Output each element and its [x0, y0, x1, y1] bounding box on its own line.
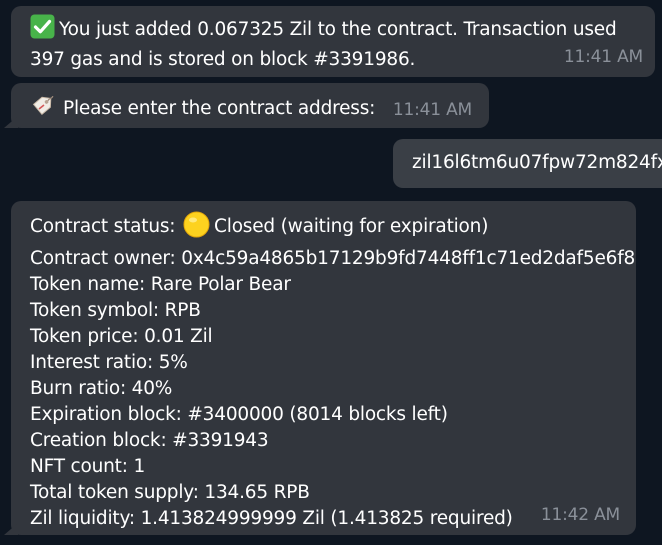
contract-status-label: Contract status:: [30, 216, 176, 237]
nft-count-line: NFT count: 1: [30, 456, 146, 477]
message-timestamp: 11:41 AM: [563, 47, 643, 67]
message-line: 397 gas and is stored on block #3391986.: [30, 49, 416, 70]
contract-status-line: Contract status: Closed (waiting for exp…: [30, 211, 636, 246]
user-message-contract-address: zil16l6tm6u07fpw72m824fx: [393, 139, 662, 188]
check-mark-button-icon: [30, 14, 55, 47]
burn-ratio-line: Burn ratio: 40%: [30, 378, 173, 399]
contract-owner-line: Contract owner: 0x4c59a4865b17129b9fd744…: [30, 248, 636, 269]
message-text: Please enter the contract address:: [63, 98, 376, 119]
yellow-circle-icon: [183, 211, 210, 246]
chat-area: You just added 0.067325 Zil to the contr…: [0, 0, 662, 545]
message-timestamp: 11:42 AM: [540, 505, 620, 525]
message-line: You just added 0.067325 Zil to the contr…: [30, 14, 655, 47]
token-name-line: Token name: Rare Polar Bear: [30, 274, 291, 295]
message-timestamp: 11:41 AM: [392, 100, 472, 120]
bot-message-contract-info: Contract status: Closed (waiting for exp…: [11, 201, 636, 535]
expiration-block-line: Expiration block: #3400000 (8014 blocks …: [30, 404, 448, 425]
bot-message-deposit-confirmation: You just added 0.067325 Zil to the contr…: [11, 6, 655, 77]
message-text: You just added 0.067325 Zil to the contr…: [59, 19, 617, 40]
creation-block-line: Creation block: #3391943: [30, 430, 269, 451]
interest-ratio-line: Interest ratio: 5%: [30, 352, 188, 373]
contract-status-value: Closed (waiting for expiration): [214, 216, 489, 237]
bot-message-enter-address: Please enter the contract address: 11:41…: [11, 83, 489, 128]
message-text: zil16l6tm6u07fpw72m824fx: [412, 152, 662, 173]
token-price-line: Token price: 0.01 Zil: [30, 326, 213, 347]
token-symbol-line: Token symbol: RPB: [30, 300, 201, 321]
label-tag-icon: [30, 91, 57, 126]
